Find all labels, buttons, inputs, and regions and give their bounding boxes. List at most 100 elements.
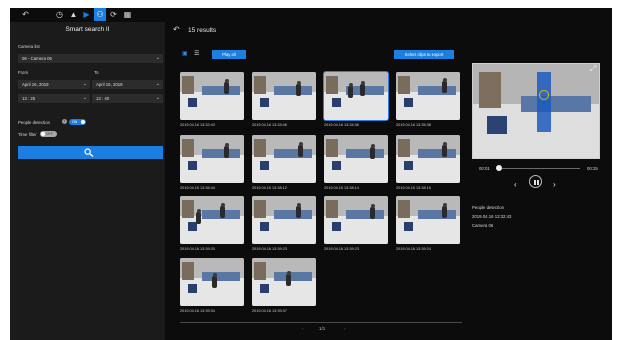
detection-highlight [537,72,551,132]
thumb-shelf [326,200,338,218]
thumb-person-head [442,142,447,146]
result-thumbnail[interactable] [252,72,316,120]
from-time-select[interactable]: 13 : 25 ⌄ [18,94,90,103]
result-thumbnail[interactable] [324,196,388,244]
result-thumbnail[interactable] [180,135,244,183]
export-clips-button[interactable]: Select clips to export [394,50,454,59]
to-time-select[interactable]: 13 : 40 ⌄ [92,94,163,103]
from-time-value: 13 : 25 [22,96,36,101]
result-thumbnail[interactable] [396,196,460,244]
result-caption: 2019.04.16 13:39:37 [252,309,287,313]
time-filter-label: Time filter [18,132,37,137]
thumb-person [224,79,229,94]
fullscreen-icon[interactable]: ⤢ [588,64,598,74]
pause-bar [536,179,539,185]
result-caption: 2019.04.16 13:38:12 [252,186,287,190]
search-panel: Smart search II Camera list 06 - Camera … [10,22,165,340]
result-caption: 2019.04.16 13:34:36 [324,123,359,127]
thumb-chair [332,161,341,170]
thumb-chair [332,222,341,231]
thumb-person-head [370,204,375,208]
grid-icon[interactable]: ▦ [122,9,133,20]
event-camera: Camera 06 [472,223,494,228]
result-caption: 2019.04.16 13:33:46 [252,123,287,127]
to-date-select[interactable]: April 16, 2019 ⌄ [92,80,163,89]
thumb-shelf [326,139,338,157]
video-preview[interactable] [472,63,600,159]
people-detection-toggle[interactable]: ON [69,119,86,125]
result-thumbnail[interactable] [180,258,244,306]
result-thumbnail[interactable] [396,72,460,120]
thumb-table1 [202,86,240,95]
end-time: 00:25 [587,166,598,171]
thumb-table1 [202,272,240,281]
result-thumbnail[interactable] [396,135,460,183]
play-all-button[interactable]: Play all [212,50,246,59]
previous-clip-icon[interactable]: ‹ [514,180,517,189]
result-thumbnail[interactable] [252,196,316,244]
smart-search-app: ↶ ◷ ▲ ▶ ⚇ ⟳ ▦ Smart search II Camera lis… [10,8,612,340]
thumb-person [212,273,217,288]
pager-prev-button[interactable]: ‹ [302,326,304,331]
thumb-person [296,203,301,218]
search-icon [84,148,94,157]
next-clip-icon[interactable]: › [553,180,556,189]
clock-icon[interactable]: ◷ [54,9,65,20]
to-time-value: 13 : 40 [96,96,110,101]
camera-select[interactable]: 06 - Camera 06 ⌄ [18,54,163,63]
start-time: 00:01 [479,166,490,171]
bell-icon[interactable]: ▲ [68,9,79,20]
result-thumbnail[interactable] [252,258,316,306]
thumb-person-head [442,203,447,207]
result-caption: 2019.04.16 13:39:20 [180,247,215,251]
thumbnail-view-icon[interactable]: ▣ [182,51,192,58]
thumb-person-head [296,203,301,207]
thumb-shelf [398,76,410,94]
result-thumbnail[interactable] [324,135,388,183]
search-button[interactable] [18,146,163,159]
thumb-person [196,209,201,224]
thumb-table1 [274,86,312,95]
result-thumbnail[interactable] [323,71,389,121]
back-arrow-icon[interactable]: ↶ [20,9,31,20]
back-icon[interactable]: ↶ [173,25,183,35]
thumb-table1 [202,149,240,158]
thumb-person [348,83,353,98]
thumb-shelf [182,200,194,218]
result-caption: 2019.04.16 13:39:23 [252,247,287,251]
thumb-table1 [418,149,456,158]
thumb-chair [260,161,269,170]
event-type: People detection [472,205,505,210]
thumb-person-head [296,81,301,85]
toggle-knob [81,120,85,124]
thumb-person-head [348,83,353,87]
thumb-chair [404,161,413,170]
thumb-person-head [298,142,303,146]
result-thumbnail[interactable] [252,135,316,183]
pause-button[interactable] [529,175,542,188]
timeline-handle[interactable] [496,165,503,171]
results-count: 15 results [188,27,217,34]
from-date-select[interactable]: April 16, 2019 ⌄ [18,80,90,89]
result-thumbnail[interactable] [180,196,244,244]
timeline-track[interactable] [496,168,580,169]
from-label: From [18,70,29,75]
refresh-icon[interactable]: ⟳ [108,9,119,20]
smart-search-icon[interactable]: ⚇ [94,8,106,21]
thumb-chair [260,222,269,231]
preview-chair [487,116,507,134]
info-icon[interactable]: i [62,119,67,124]
result-caption: 2019.04.16 13:39:34 [180,309,215,313]
thumb-person-head [212,273,217,277]
list-view-icon[interactable]: ☰ [194,51,204,58]
thumb-shelf [254,200,266,218]
chevron-down-icon: ⌄ [155,81,160,87]
pager-next-button[interactable]: › [344,326,346,331]
result-thumbnail[interactable] [180,72,244,120]
video-icon[interactable]: ▶ [81,9,92,20]
thumb-person-head [196,209,201,213]
thumb-shelf [326,76,338,94]
time-filter-toggle[interactable]: OFF [40,131,57,137]
thumb-person [370,144,375,159]
thumb-shelf [254,262,266,280]
